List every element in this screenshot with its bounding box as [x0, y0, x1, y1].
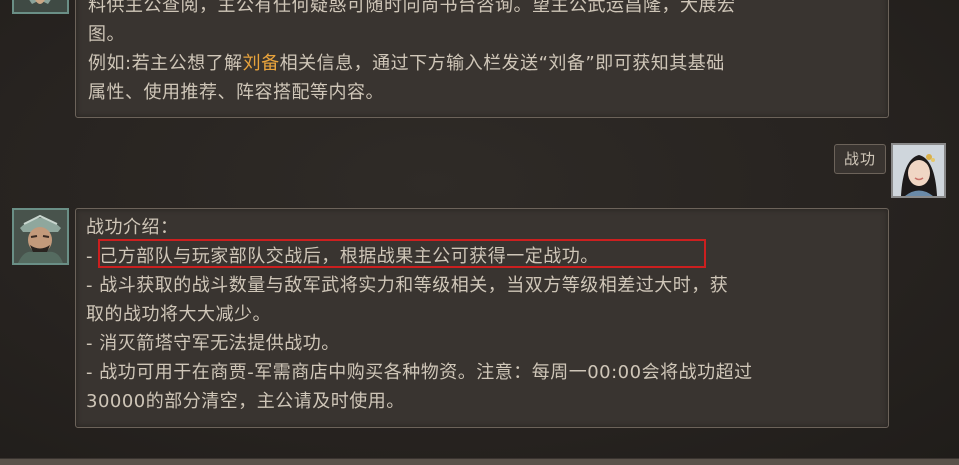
- message-line: - 战斗获取的战斗数量与敌军武将实力和等级相关，当双方等级相差过大时，获: [86, 275, 729, 296]
- message-line-example: 例如:若主公想了解刘备相关信息，通过下方输入栏发送“刘备”即可获知其基础: [88, 49, 736, 78]
- message-line: - 己方部队与玩家部队交战后，根据战果主公可获得一定战功。: [86, 246, 599, 267]
- example-prefix: 例如:若主公想了解: [88, 53, 243, 74]
- user-message: 战功: [834, 144, 886, 174]
- advisor-message-2: 战功介绍： - 己方部队与玩家部队交战后，根据战果主公可获得一定战功。 - 战斗…: [75, 208, 889, 428]
- highlight-keyword[interactable]: 刘备: [243, 53, 280, 74]
- message-line: 取的战功将大大减少。: [86, 304, 271, 325]
- message-line: 图。: [88, 24, 125, 45]
- advisor-message-1: 料供主公查阅，主公有任何疑惑可随时向尚书台咨询。望主公武运昌隆，大展宏 图。 例…: [75, 0, 889, 118]
- message-line: 属性、使用推荐、阵容搭配等内容。: [88, 82, 384, 103]
- message-line: 战功介绍：: [86, 217, 179, 238]
- user-avatar[interactable]: [891, 143, 946, 198]
- chat-area: 料供主公查阅，主公有任何疑惑可随时向尚书台咨询。望主公武运昌隆，大展宏 图。 例…: [0, 0, 959, 459]
- example-suffix: 相关信息，通过下方输入栏发送“刘备”即可获知其基础: [279, 53, 725, 74]
- message-line: - 战功可用于在商贾-军需商店中购买各种物资。注意：每周一00:00会将战功超过: [86, 362, 753, 383]
- advisor-avatar[interactable]: [12, 0, 69, 14]
- message-line: 料供主公查阅，主公有任何疑惑可随时向尚书台咨询。望主公武运昌隆，大展宏: [88, 0, 736, 16]
- message-line: - 消灭箭塔守军无法提供战功。: [86, 333, 340, 354]
- advisor-avatar[interactable]: [12, 208, 69, 265]
- message-line: 30000的部分清空，主公请及时使用。: [86, 391, 405, 412]
